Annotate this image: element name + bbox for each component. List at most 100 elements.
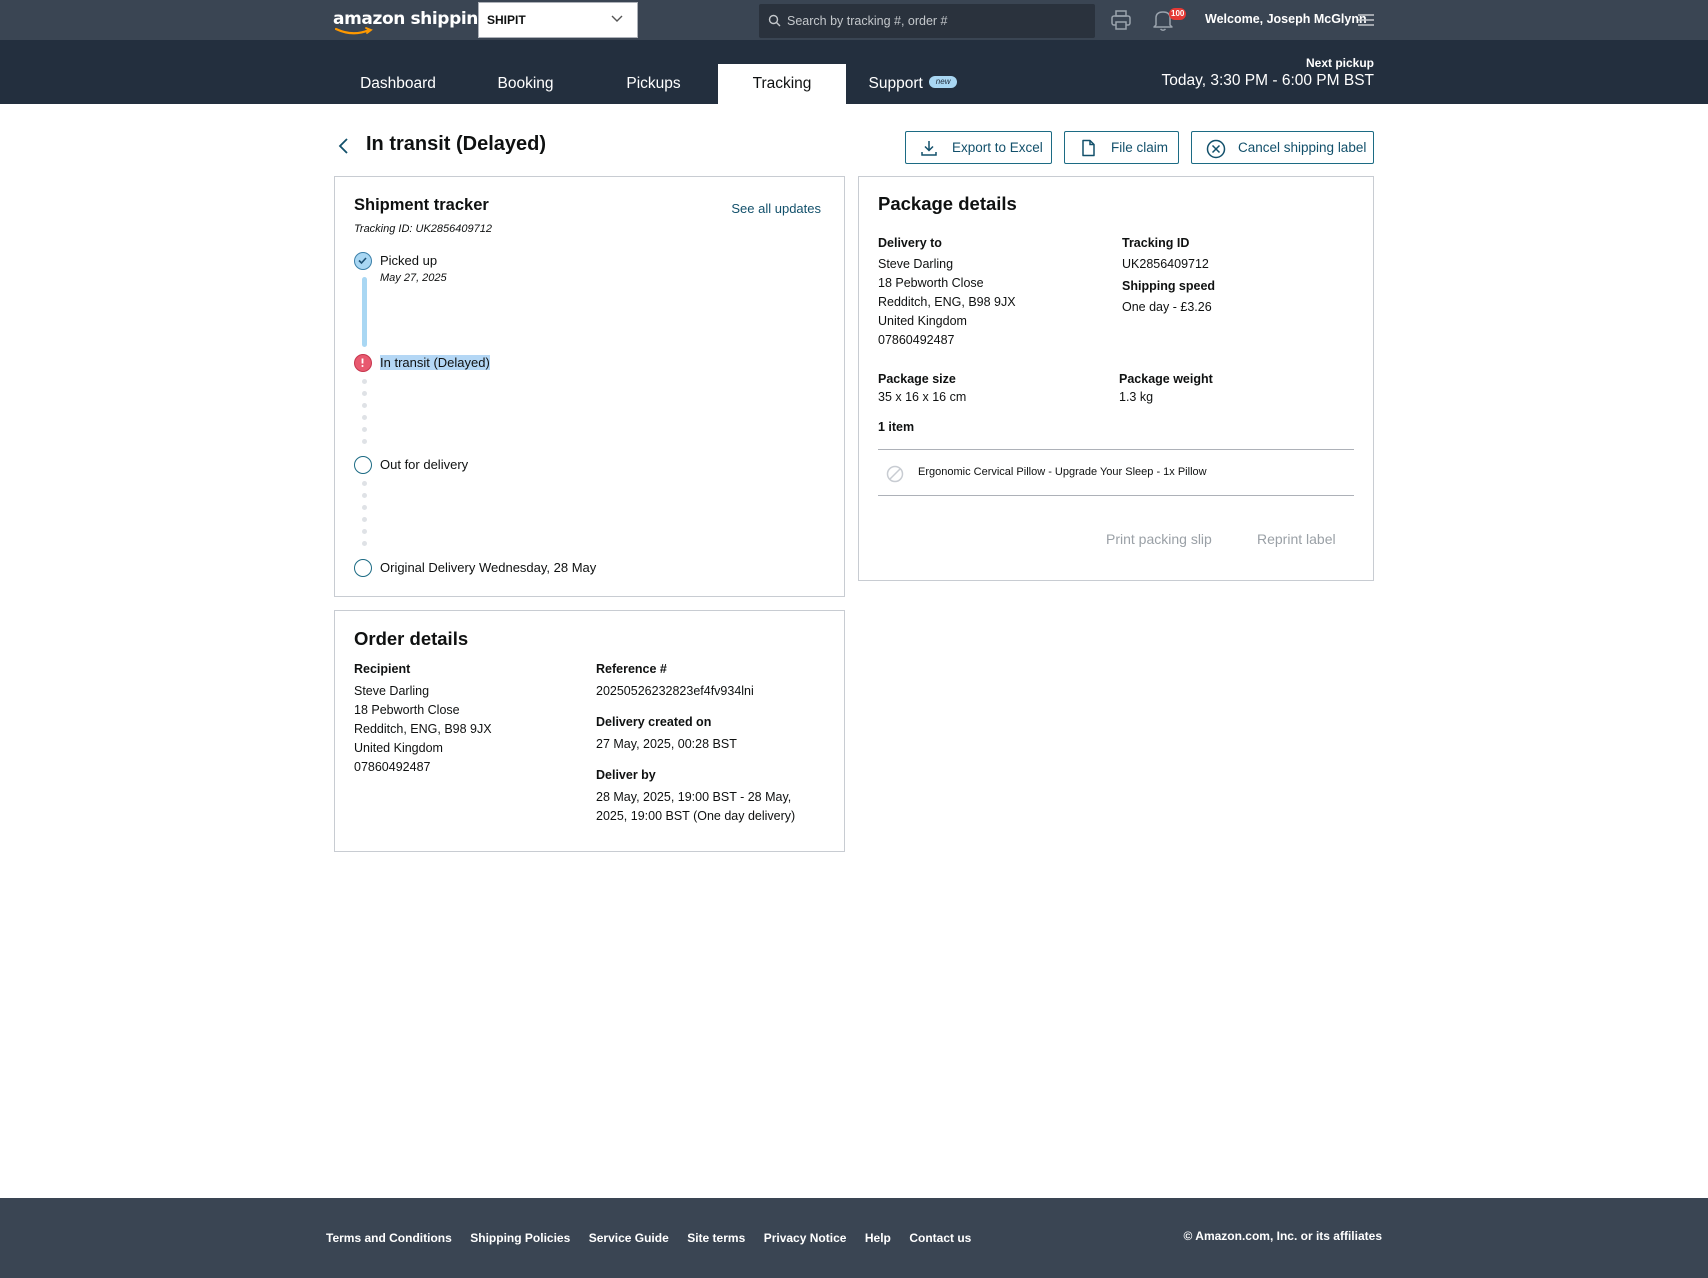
order-details-title: Order details [354, 628, 469, 649]
see-all-updates-link[interactable]: See all updates [731, 201, 821, 216]
check-circle-icon [354, 252, 372, 270]
list-item: Ergonomic Cervical Pillow - Upgrade Your… [878, 449, 1354, 496]
page-title: In transit (Delayed) [366, 133, 547, 155]
tab-support-label: Support [868, 75, 923, 92]
next-pickup: Next pickup Today, 3:30 PM - 6:00 PM BST [1162, 56, 1375, 90]
shipping-speed-label: Shipping speed [1122, 279, 1216, 293]
next-pickup-value: Today, 3:30 PM - 6:00 PM BST [1161, 72, 1375, 89]
delivery-to-phone: 07860492487 [878, 333, 955, 347]
shipment-tracker-card: Shipment tracker See all updates Trackin… [334, 176, 845, 597]
delivery-to-block: Delivery to Steve Darling 18 Pebworth Cl… [878, 236, 1108, 350]
file-claim-label: File claim [1111, 140, 1169, 155]
no-image-icon [886, 465, 904, 483]
nav-bar: Dashboard Booking Pickups Tracking Suppo… [0, 40, 1708, 104]
export-to-excel-label: Export to Excel [952, 140, 1043, 155]
package-weight-value: 1.3 kg [1119, 390, 1154, 404]
items-count: 1 item [878, 420, 915, 434]
shipping-speed-value: One day - £3.26 [1122, 300, 1212, 314]
progress-line-pending [362, 481, 367, 553]
new-badge: new [928, 76, 958, 89]
top-bar: amazon shipping SHIPIT 100 Welcom [0, 0, 1708, 40]
delivery-to-city: Redditch, ENG, B98 9JX [878, 295, 1016, 309]
print-packing-slip-button[interactable]: Print packing slip [1106, 531, 1212, 547]
recipient-country: United Kingdom [354, 741, 443, 755]
progress-line-complete [362, 277, 367, 347]
shipment-tracker-title: Shipment tracker [354, 196, 489, 214]
chevron-left-icon [338, 138, 348, 154]
tab-dashboard[interactable]: Dashboard [341, 64, 455, 104]
tab-support[interactable]: Support new [860, 64, 966, 104]
back-button[interactable] [336, 136, 352, 156]
delivery-to-address: Steve Darling 18 Pebworth Close Redditch… [878, 255, 1108, 350]
footer-link-terms[interactable]: Terms and Conditions [326, 1231, 452, 1245]
package-details-title: Package details [878, 193, 1017, 214]
package-details-card: Package details Delivery to Steve Darlin… [858, 176, 1374, 581]
cancel-shipping-label-text: Cancel shipping label [1238, 140, 1367, 155]
package-size-block: Package size 35 x 16 x 16 cm [878, 372, 966, 407]
notifications-button[interactable]: 100 [1152, 8, 1187, 32]
recipient-city: Redditch, ENG, B98 9JX [354, 722, 492, 736]
alert-circle-icon [354, 354, 372, 372]
empty-circle-icon [354, 559, 372, 577]
footer-link-contact[interactable]: Contact us [909, 1231, 971, 1245]
tab-tracking[interactable]: Tracking [718, 64, 846, 104]
amazon-shipping-logo[interactable]: amazon shipping [333, 8, 490, 36]
delivery-created-label: Delivery created on [596, 715, 712, 729]
step-label: In transit (Delayed) [380, 355, 490, 370]
search-input[interactable] [787, 4, 1087, 38]
search-box [759, 4, 1095, 38]
package-size-value: 35 x 16 x 16 cm [878, 390, 967, 404]
recipient-street: 18 Pebworth Close [354, 703, 460, 717]
tracking-id-value: UK2856409712 [1122, 257, 1209, 271]
recipient-block: Recipient Steve Darling 18 Pebworth Clos… [354, 662, 584, 777]
printer-icon [1111, 10, 1131, 30]
search-icon [768, 14, 781, 27]
deliver-by-line: 2025, 19:00 BST (One day delivery) [596, 809, 796, 823]
progress-line-pending [362, 379, 367, 451]
recipient-name: Steve Darling [354, 684, 430, 698]
footer-link-privacy[interactable]: Privacy Notice [764, 1231, 847, 1245]
export-to-excel-button[interactable]: Export to Excel [905, 131, 1052, 164]
delivery-to-street: 18 Pebworth Close [878, 276, 984, 290]
reprint-label-button[interactable]: Reprint label [1257, 531, 1336, 547]
welcome-user[interactable]: Welcome, Joseph McGlynn [1205, 12, 1367, 26]
tab-booking[interactable]: Booking [470, 64, 581, 104]
package-weight-block: Package weight 1.3 kg [1119, 372, 1213, 407]
copyright: © Amazon.com, Inc. or its affiliates [1183, 1229, 1382, 1243]
print-button[interactable] [1110, 9, 1132, 31]
reference-label: Reference # [596, 662, 667, 676]
step-label: Picked up [380, 253, 438, 268]
chevron-down-icon [611, 15, 623, 22]
delivery-to-country: United Kingdom [878, 314, 967, 328]
notifications-count-badge: 100 [1169, 8, 1187, 20]
recipient-phone: 07860492487 [354, 760, 431, 774]
tracking-block: Tracking ID UK2856409712 Shipping speed … [1122, 236, 1352, 317]
cancel-shipping-label-button[interactable]: Cancel shipping label [1191, 131, 1374, 164]
delivery-to-name: Steve Darling [878, 257, 954, 271]
package-weight-label: Package weight [1119, 372, 1213, 386]
tab-pickups[interactable]: Pickups [597, 64, 710, 104]
footer-link-help[interactable]: Help [865, 1231, 891, 1245]
account-selector-value: SHIPIT [487, 13, 526, 27]
delivery-to-label: Delivery to [878, 236, 942, 250]
download-icon [921, 141, 937, 156]
footer-link-shipping-policies[interactable]: Shipping Policies [470, 1231, 570, 1245]
document-icon [1082, 139, 1095, 157]
step-date: May 27, 2025 [380, 272, 447, 284]
package-size-label: Package size [878, 372, 956, 386]
footer-links: Terms and Conditions Shipping Policies S… [326, 1229, 985, 1247]
empty-circle-icon [354, 456, 372, 474]
cancel-circle-icon [1206, 139, 1226, 159]
menu-button[interactable] [1357, 12, 1375, 28]
file-claim-button[interactable]: File claim [1064, 131, 1179, 164]
tracker-tracking-id: Tracking ID: UK2856409712 [354, 223, 492, 235]
tracking-id-label: Tracking ID [1122, 236, 1190, 250]
order-info-block: Reference # 20250526232823ef4fv934lni De… [596, 662, 826, 826]
account-selector[interactable]: SHIPIT [478, 2, 638, 38]
deliver-by-line: 28 May, 2025, 19:00 BST - 28 May, [596, 790, 792, 804]
footer-link-service-guide[interactable]: Service Guide [589, 1231, 669, 1245]
step-label: Original Delivery Wednesday, 28 May [380, 560, 597, 575]
order-details-card: Order details Recipient Steve Darling 18… [334, 610, 845, 852]
deliver-by-label: Deliver by [596, 768, 656, 782]
footer-link-site-terms[interactable]: Site terms [687, 1231, 745, 1245]
